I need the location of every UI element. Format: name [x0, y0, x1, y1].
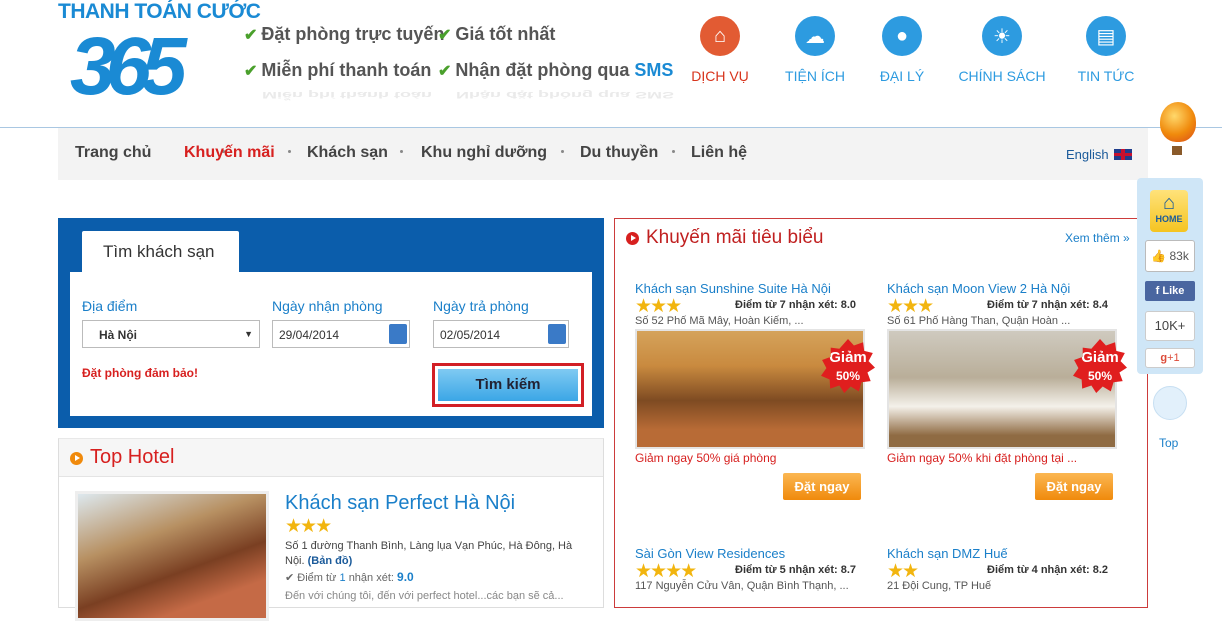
score-text: Điểm từ 5 nhận xét: 8.7: [735, 564, 857, 576]
hotel-address: Số 1 đường Thanh Bình, Làng lụa Vạn Phúc…: [285, 540, 573, 567]
calendar-icon[interactable]: [548, 324, 566, 344]
balloon-icon: [1160, 102, 1196, 142]
check-icon: ✔: [438, 27, 452, 44]
hotel-name-link[interactable]: Khách sạn Moon View 2 Hà Nội: [887, 281, 1070, 296]
feature-reflection: Miễn phí thanh toán: [262, 90, 432, 100]
check-icon: ✔: [438, 63, 452, 80]
site-header: THANH TOÁN CƯỚC 365 ✔ Đặt phòng trực tuyế…: [0, 0, 1222, 128]
uk-flag-icon: [1114, 149, 1133, 160]
hotel-address: Số 52 Phố Mã Mây, Hoàn Kiếm, ...: [635, 315, 804, 327]
score-text: Điểm từ 4 nhận xét: 8.2: [987, 564, 1109, 576]
search-form: Địa điểm Hà Nội ▼ Ngày nhận phòng 29/04/…: [70, 272, 592, 416]
menu-resorts[interactable]: Khu nghỉ dưỡng: [421, 144, 547, 162]
menu-promotions[interactable]: Khuyến mãi: [184, 144, 275, 162]
location-label: Địa điểm: [82, 298, 138, 314]
review-count-link[interactable]: 1: [340, 572, 346, 584]
feature-online-booking: ✔ Đặt phòng trực tuyến: [244, 24, 445, 44]
deal-text[interactable]: Giảm ngay 50% khi đặt phòng tại ...: [887, 451, 1077, 465]
scroll-top-button[interactable]: [1153, 386, 1187, 420]
hotel-address: 117 Nguyễn Cửu Vân, Quận Bình Thạnh, ...: [635, 580, 849, 592]
balloon-basket: [1172, 146, 1182, 155]
menu-separator: [672, 150, 675, 153]
checkin-date-field[interactable]: 29/04/2014: [272, 320, 410, 348]
book-now-button[interactable]: Đặt ngay: [1035, 473, 1113, 500]
calendar-icon[interactable]: [389, 324, 407, 344]
main-menu: Trang chủ Khuyến mãi Khách sạn Khu nghỉ …: [58, 128, 1148, 180]
map-link[interactable]: (Bản đồ): [308, 555, 353, 567]
book-now-button[interactable]: Đặt ngay: [783, 473, 861, 500]
lightbulb-icon: ☀: [982, 16, 1022, 56]
checkout-date-field[interactable]: 02/05/2014: [433, 320, 569, 348]
score-text: Điểm từ 7 nhận xét: 8.0: [735, 299, 857, 311]
top-hotel-title: Top Hotel: [90, 446, 175, 468]
menu-cruises[interactable]: Du thuyền: [580, 144, 658, 162]
logo-number[interactable]: 365: [70, 22, 187, 112]
feature-reflection: Nhận đặt phòng qua SMS: [456, 90, 674, 100]
deal-text[interactable]: Giảm ngay 50% giá phòng: [635, 451, 776, 465]
feature-free-payment: ✔ Miễn phí thanh toán: [244, 60, 432, 80]
hotel-search-box: Tìm khách sạn Địa điểm Hà Nội ▼ Ngày nhậ…: [58, 218, 604, 428]
discount-badge: Giảm 50%: [821, 339, 875, 393]
check-icon: ✔: [244, 27, 258, 44]
see-more-link[interactable]: Xem thêm »: [1065, 231, 1130, 245]
guarantee-text: Đặt phòng đảm bảo!: [82, 366, 198, 380]
tab-search-hotel[interactable]: Tìm khách sạn: [82, 231, 239, 272]
top-hotel-header: Top Hotel: [59, 439, 603, 477]
feature-best-price: ✔ Giá tốt nhất: [438, 24, 556, 44]
chevron-down-icon: ▼: [244, 329, 253, 339]
nav-policy[interactable]: ☀ CHÍNH SÁCH: [942, 16, 1062, 84]
checkin-label: Ngày nhận phòng: [272, 298, 383, 314]
menu-separator: [561, 150, 564, 153]
menu-contact[interactable]: Liên hệ: [691, 144, 747, 162]
nav-news[interactable]: ▤ TIN TỨC: [1046, 16, 1166, 84]
discount-badge: Giảm 50%: [1073, 339, 1127, 393]
social-sidebar: HOME 👍 83k f Like 10K+ g+1: [1137, 178, 1203, 374]
hotel-name-link[interactable]: Sài Gòn View Residences: [635, 546, 785, 561]
bullet-arrow-icon: [626, 232, 639, 245]
hotel-address: Số 61 Phố Hàng Than, Quận Hoàn ...: [887, 315, 1071, 327]
menu-separator: [400, 150, 403, 153]
bullet-arrow-icon: [70, 452, 83, 465]
user-icon: ●: [882, 16, 922, 56]
star-rating: ★★★: [285, 516, 332, 537]
featured-promotions: Khuyến mãi tiêu biểu Xem thêm » Khách sạ…: [614, 218, 1148, 608]
hotel-address: 21 Đội Cung, TP Huế: [887, 580, 992, 592]
facebook-icon: f: [1155, 285, 1160, 297]
hotel-name-link[interactable]: Khách sạn Sunshine Suite Hà Nội: [635, 281, 831, 296]
google-plus-count: 10K+: [1145, 311, 1195, 341]
cloud-icon: ☁: [795, 16, 835, 56]
search-button-highlight: Tìm kiếm: [432, 363, 584, 407]
top-hotel-section: Top Hotel Khách sạn Perfect Hà Nội ★★★ S…: [58, 438, 604, 621]
google-plus-button[interactable]: g+1: [1145, 348, 1195, 368]
facebook-like-button[interactable]: f Like: [1145, 281, 1195, 301]
like-count: 👍 83k: [1145, 240, 1195, 272]
document-icon: ▤: [1086, 16, 1126, 56]
hotel-name-link[interactable]: Khách sạn DMZ Huế: [887, 546, 1008, 561]
hotel-photo[interactable]: Giảm 50%: [635, 329, 875, 449]
home-button[interactable]: HOME: [1150, 190, 1188, 232]
search-button[interactable]: Tìm kiếm: [438, 369, 578, 401]
hotel-photo[interactable]: Giảm 50%: [887, 329, 1127, 449]
hotel-photo[interactable]: [75, 491, 269, 621]
thumbs-up-icon: 👍: [1151, 249, 1167, 263]
hotel-name-link[interactable]: Khách sạn Perfect Hà Nội: [285, 492, 515, 515]
check-icon: ✔: [244, 63, 258, 80]
location-select[interactable]: Hà Nội ▼: [82, 320, 260, 348]
scroll-top-label[interactable]: Top: [1159, 436, 1178, 450]
hotel-description: Đến với chúng tôi, đến với perfect hotel…: [285, 590, 564, 602]
menu-separator: [288, 150, 291, 153]
language-switch[interactable]: English: [1066, 147, 1133, 162]
checkout-label: Ngày trả phòng: [433, 298, 529, 314]
hotel-score: ✔ Điểm từ 1 nhận xét: 9.0: [285, 570, 414, 584]
menu-hotels[interactable]: Khách sạn: [307, 144, 388, 162]
feature-sms-booking: ✔ Nhận đặt phòng qua SMS: [438, 60, 674, 80]
basket-icon: ⌂: [700, 16, 740, 56]
promo-title: Khuyến mãi tiêu biểu: [646, 227, 824, 248]
menu-home[interactable]: Trang chủ: [75, 144, 151, 162]
score-text: Điểm từ 7 nhận xét: 8.4: [987, 299, 1109, 311]
